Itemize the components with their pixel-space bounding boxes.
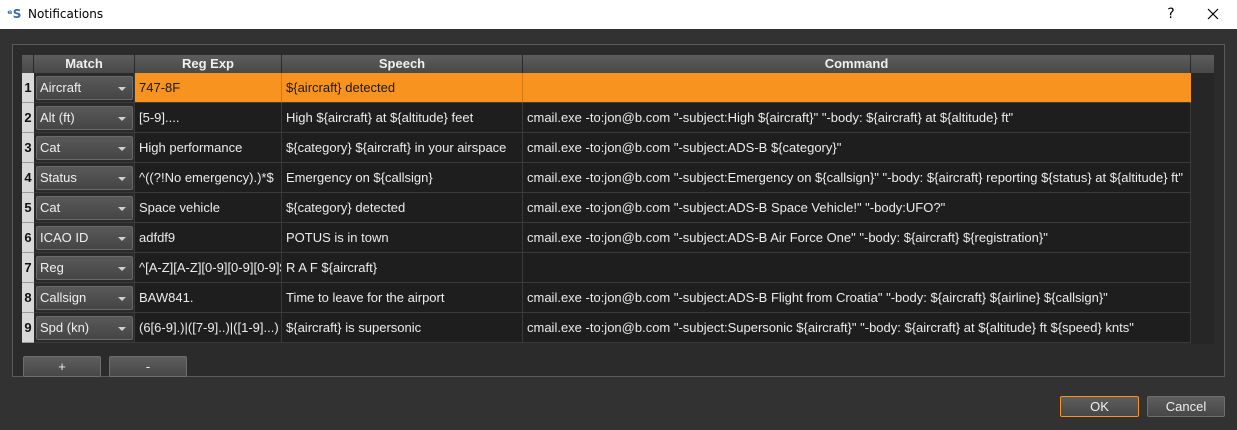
app-icon: ᵉS (7, 7, 22, 21)
row-number[interactable]: 4 (22, 163, 34, 193)
chevron-down-icon (118, 237, 126, 241)
ok-button[interactable]: OK (1060, 396, 1139, 417)
table-row[interactable]: 4 Status ^((?!No emergency).)*$ Emergency o… (22, 163, 1214, 193)
match-cell: Cat (34, 133, 135, 163)
chevron-down-icon (118, 297, 126, 301)
match-cell: Callsign (34, 283, 135, 313)
match-dropdown-value: Aircraft (40, 80, 82, 95)
regexp-cell[interactable]: ^((?!No emergency).)*$ (135, 163, 282, 193)
match-dropdown[interactable]: Cat (36, 136, 133, 160)
regexp-cell[interactable]: (6[6-9].)|([7-9]..)|([1-9]...) (135, 313, 282, 343)
match-cell: Cat (34, 193, 135, 223)
chevron-down-icon (118, 147, 126, 151)
table-row[interactable]: 1 Aircraft 747-8F ${aircraft} detected (22, 73, 1214, 103)
chevron-down-icon (118, 327, 126, 331)
regexp-cell[interactable]: 747-8F (135, 73, 282, 103)
row-number[interactable]: 1 (22, 73, 34, 103)
command-cell[interactable]: cmail.exe -to:jon@b.com "-subject:Supers… (523, 313, 1191, 343)
chevron-down-icon (118, 207, 126, 211)
row-number[interactable]: 3 (22, 133, 34, 163)
match-dropdown[interactable]: Aircraft (36, 76, 133, 100)
match-dropdown-value: Reg (40, 260, 64, 275)
match-dropdown[interactable]: Callsign (36, 286, 133, 310)
match-dropdown[interactable]: Status (36, 166, 133, 190)
speech-cell[interactable]: Emergency on ${callsign} (282, 163, 523, 193)
column-header-speech[interactable]: Speech (282, 55, 523, 73)
table-row[interactable]: 2 Alt (ft) [5-9].... High ${aircraft} at ${… (22, 103, 1214, 133)
speech-cell[interactable]: ${category} detected (282, 193, 523, 223)
match-dropdown-value: Callsign (40, 290, 87, 305)
match-dropdown-value: Spd (kn) (40, 320, 90, 335)
table-header: Match Reg Exp Speech Command (22, 55, 1214, 73)
command-cell[interactable]: cmail.exe -to:jon@b.com "-subject:High $… (523, 103, 1191, 133)
chevron-down-icon (118, 87, 126, 91)
column-header-command[interactable]: Command (523, 55, 1191, 73)
speech-cell[interactable]: R A F ${aircraft} (282, 253, 523, 283)
speech-cell[interactable]: ${aircraft} detected (282, 73, 523, 103)
table-row[interactable]: 6 ICAO ID adfdf9 POTUS is in town cmail.exe … (22, 223, 1214, 253)
match-cell: Status (34, 163, 135, 193)
regexp-cell[interactable]: High performance (135, 133, 282, 163)
match-cell: Aircraft (34, 73, 135, 103)
table-row[interactable]: 3 Cat High performance ${category} ${aircra… (22, 133, 1214, 163)
match-cell: Reg (34, 253, 135, 283)
match-dropdown[interactable]: Spd (kn) (36, 316, 133, 340)
match-dropdown[interactable]: Alt (ft) (36, 106, 133, 130)
match-cell: ICAO ID (34, 223, 135, 253)
remove-button[interactable]: - (109, 356, 187, 377)
column-header-regexp[interactable]: Reg Exp (135, 55, 282, 73)
add-button[interactable]: + (23, 356, 101, 377)
speech-cell[interactable]: ${category} ${aircraft} in your airspace (282, 133, 523, 163)
command-cell[interactable] (523, 253, 1191, 283)
column-header-match[interactable]: Match (34, 55, 135, 73)
cancel-button[interactable]: Cancel (1147, 396, 1225, 417)
speech-cell[interactable]: POTUS is in town (282, 223, 523, 253)
regexp-cell[interactable]: adfdf9 (135, 223, 282, 253)
match-cell: Alt (ft) (34, 103, 135, 133)
table-row[interactable]: 9 Spd (kn) (6[6-9].)|([7-9]..)|([1-9]...) $… (22, 313, 1214, 343)
command-cell[interactable] (523, 73, 1191, 103)
regexp-cell[interactable]: ^[A-Z][A-Z][0-9][0-9][0-9]$ (135, 253, 282, 283)
chevron-down-icon (118, 117, 126, 121)
match-dropdown[interactable]: ICAO ID (36, 226, 133, 250)
match-dropdown-value: Status (40, 170, 77, 185)
row-number[interactable]: 2 (22, 103, 34, 133)
row-number[interactable]: 5 (22, 193, 34, 223)
match-dropdown-value: Cat (40, 200, 61, 215)
match-dropdown[interactable]: Cat (36, 196, 133, 220)
row-number[interactable]: 6 (22, 223, 34, 253)
chevron-down-icon (118, 267, 126, 271)
command-cell[interactable]: cmail.exe -to:jon@b.com "-subject:ADS-B … (523, 283, 1191, 313)
close-icon (1207, 8, 1219, 20)
regexp-cell[interactable]: Space vehicle (135, 193, 282, 223)
help-button[interactable]: ? (1160, 3, 1182, 25)
regexp-cell[interactable]: BAW841. (135, 283, 282, 313)
speech-cell[interactable]: ${aircraft} is supersonic (282, 313, 523, 343)
command-cell[interactable]: cmail.exe -to:jon@b.com "-subject:Emerge… (523, 163, 1191, 193)
row-number[interactable]: 9 (22, 313, 34, 343)
command-cell[interactable]: cmail.exe -to:jon@b.com "-subject:ADS-B … (523, 193, 1191, 223)
speech-cell[interactable]: Time to leave for the airport (282, 283, 523, 313)
speech-cell[interactable]: High ${aircraft} at ${altitude} feet (282, 103, 523, 133)
close-button[interactable] (1202, 3, 1224, 25)
match-dropdown-value: Cat (40, 140, 61, 155)
row-number-header (22, 55, 34, 73)
title-bar: ᵉS Notifications ? (0, 0, 1237, 29)
match-cell: Spd (kn) (34, 313, 135, 343)
window-title: Notifications (28, 7, 104, 21)
match-dropdown-value: Alt (ft) (40, 110, 75, 125)
row-number[interactable]: 8 (22, 283, 34, 313)
command-cell[interactable]: cmail.exe -to:jon@b.com "-subject:ADS-B … (523, 133, 1191, 163)
table-row[interactable]: 8 Callsign BAW841. Time to leave for the ai… (22, 283, 1214, 313)
command-cell[interactable]: cmail.exe -to:jon@b.com "-subject:ADS-B … (523, 223, 1191, 253)
table-row[interactable]: 7 Reg ^[A-Z][A-Z][0-9][0-9][0-9]$ R A F ${a… (22, 253, 1214, 283)
table-scroll-area[interactable] (1191, 73, 1214, 344)
match-dropdown-value: ICAO ID (40, 230, 89, 245)
row-number[interactable]: 7 (22, 253, 34, 283)
regexp-cell[interactable]: [5-9].... (135, 103, 282, 133)
chevron-down-icon (118, 177, 126, 181)
match-dropdown[interactable]: Reg (36, 256, 133, 280)
table-row[interactable]: 5 Cat Space vehicle ${category} detected cma… (22, 193, 1214, 223)
